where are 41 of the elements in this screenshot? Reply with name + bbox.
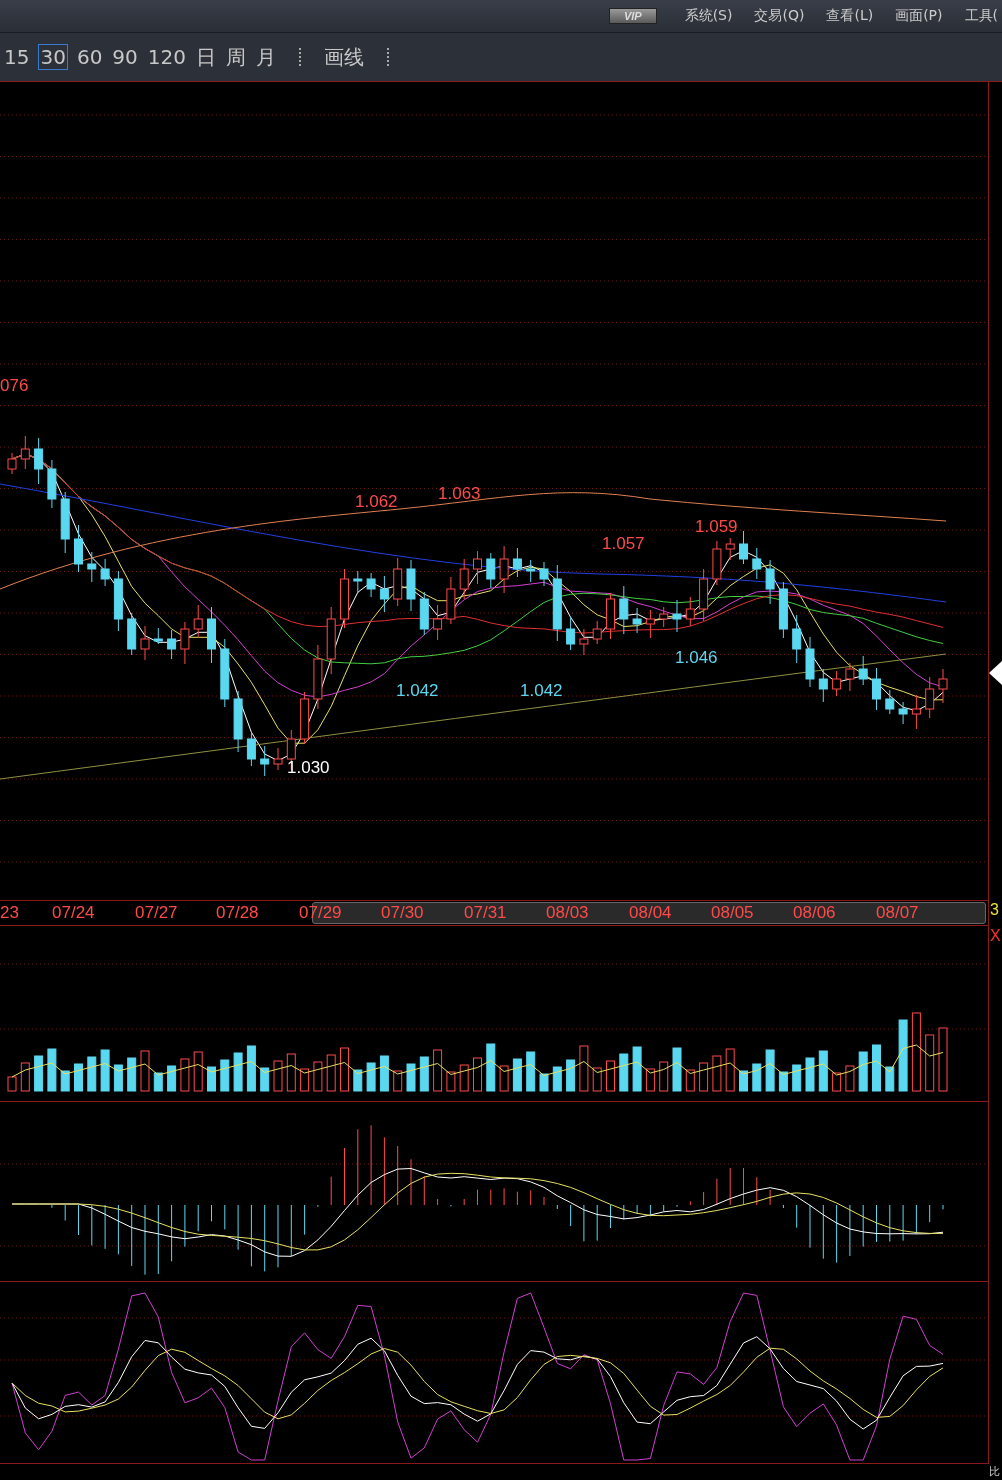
price-label: 1.042 [520, 681, 563, 701]
date-label: 08/07 [876, 903, 919, 923]
date-label: 08/06 [793, 903, 836, 923]
period-tab[interactable]: 30 [38, 44, 68, 70]
period-tab[interactable]: 月 [255, 43, 277, 71]
toolbar-separator [387, 48, 389, 66]
menu-item[interactable]: 交易(Q) [754, 7, 805, 25]
price-label: 1.062 [355, 492, 398, 512]
period-tab[interactable]: 60 [75, 45, 104, 69]
pointer-icon [989, 660, 1002, 686]
period-tab[interactable]: 日 [195, 43, 217, 71]
menu-item[interactable]: 画面(P) [895, 7, 943, 25]
date-label: 07/31 [464, 903, 507, 923]
date-label: 08/05 [711, 903, 754, 923]
axis-label: 3 [990, 901, 999, 919]
price-label: 1.063 [438, 484, 481, 504]
menu-item[interactable]: 查看(L) [826, 7, 874, 25]
period-tab[interactable]: 90 [111, 45, 139, 69]
price-label: 1.030 [287, 758, 330, 778]
date-label: 07/28 [216, 903, 259, 923]
toolbar-separator [299, 48, 301, 66]
date-label: 07/30 [381, 903, 424, 923]
date-label: 07/24 [52, 903, 95, 923]
period-tab[interactable]: 15 [3, 45, 31, 69]
menu-item[interactable]: 系统(S) [684, 7, 733, 25]
period-tab[interactable]: 周 [225, 43, 247, 71]
price-label: 1.042 [396, 681, 439, 701]
draw-line-tool[interactable]: 画线 [323, 43, 365, 71]
date-label: 08/03 [546, 903, 589, 923]
menu-item[interactable]: 工具( [964, 7, 998, 25]
axis-label: 比 [989, 1464, 1000, 1479]
date-label: 23 [0, 903, 19, 923]
price-label: 076 [0, 376, 29, 396]
date-label: 08/04 [629, 903, 672, 923]
price-label: 1.059 [695, 517, 738, 537]
price-label: 1.046 [675, 648, 718, 668]
period-tab[interactable]: 120 [146, 45, 187, 69]
date-label: 07/27 [135, 903, 178, 923]
price-label: 1.057 [602, 534, 645, 554]
date-label: 07/29 [299, 903, 342, 923]
axis-label: X [990, 927, 1001, 945]
